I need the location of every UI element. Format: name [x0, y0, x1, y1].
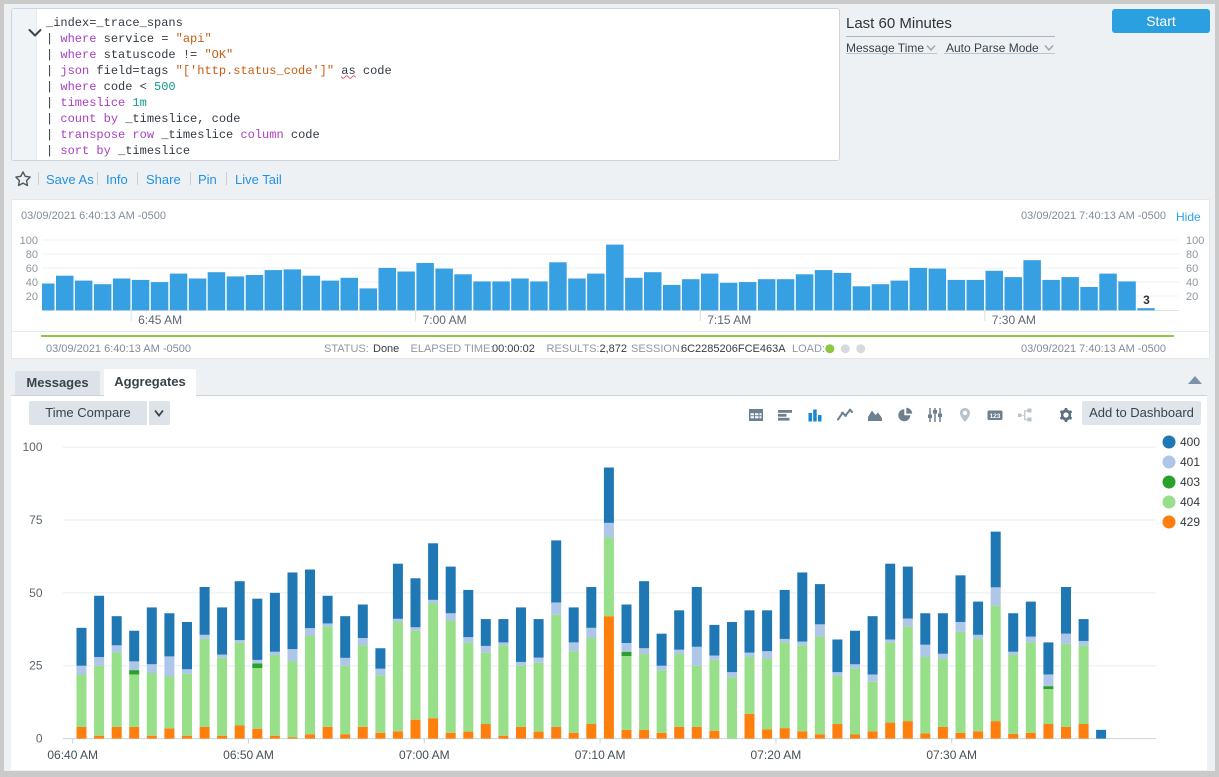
svg-text:07:20 AM: 07:20 AM — [751, 748, 802, 762]
svg-text:40: 40 — [1186, 277, 1198, 289]
svg-text:403: 403 — [1180, 475, 1200, 489]
svg-text:3: 3 — [1143, 293, 1150, 307]
svg-text:7:15 AM: 7:15 AM — [707, 313, 751, 327]
svg-text:80: 80 — [26, 249, 38, 261]
svg-text:07:00 AM: 07:00 AM — [399, 748, 450, 762]
svg-text:20: 20 — [26, 291, 38, 303]
svg-text:100: 100 — [22, 440, 42, 454]
svg-text:0: 0 — [36, 732, 43, 746]
svg-text:404: 404 — [1180, 495, 1200, 509]
svg-text:7:00 AM: 7:00 AM — [423, 313, 467, 327]
svg-text:7:30 AM: 7:30 AM — [992, 313, 1036, 327]
svg-text:400: 400 — [1180, 435, 1200, 449]
svg-text:50: 50 — [29, 586, 43, 600]
svg-text:40: 40 — [26, 277, 38, 289]
svg-text:06:40 AM: 06:40 AM — [47, 748, 98, 762]
svg-text:123: 123 — [990, 413, 1001, 420]
svg-text:100: 100 — [1186, 235, 1204, 247]
svg-text:20: 20 — [1186, 291, 1198, 303]
svg-text:60: 60 — [26, 263, 38, 275]
svg-text:100: 100 — [20, 235, 38, 247]
svg-text:25: 25 — [29, 659, 43, 673]
svg-text:401: 401 — [1180, 455, 1200, 469]
svg-text:429: 429 — [1180, 515, 1200, 529]
svg-text:6:45 AM: 6:45 AM — [138, 313, 182, 327]
svg-text:06:50 AM: 06:50 AM — [223, 748, 274, 762]
svg-text:07:10 AM: 07:10 AM — [575, 748, 626, 762]
svg-text:75: 75 — [29, 513, 43, 527]
svg-text:60: 60 — [1186, 263, 1198, 275]
svg-text:80: 80 — [1186, 249, 1198, 261]
svg-text:07:30 AM: 07:30 AM — [926, 748, 977, 762]
